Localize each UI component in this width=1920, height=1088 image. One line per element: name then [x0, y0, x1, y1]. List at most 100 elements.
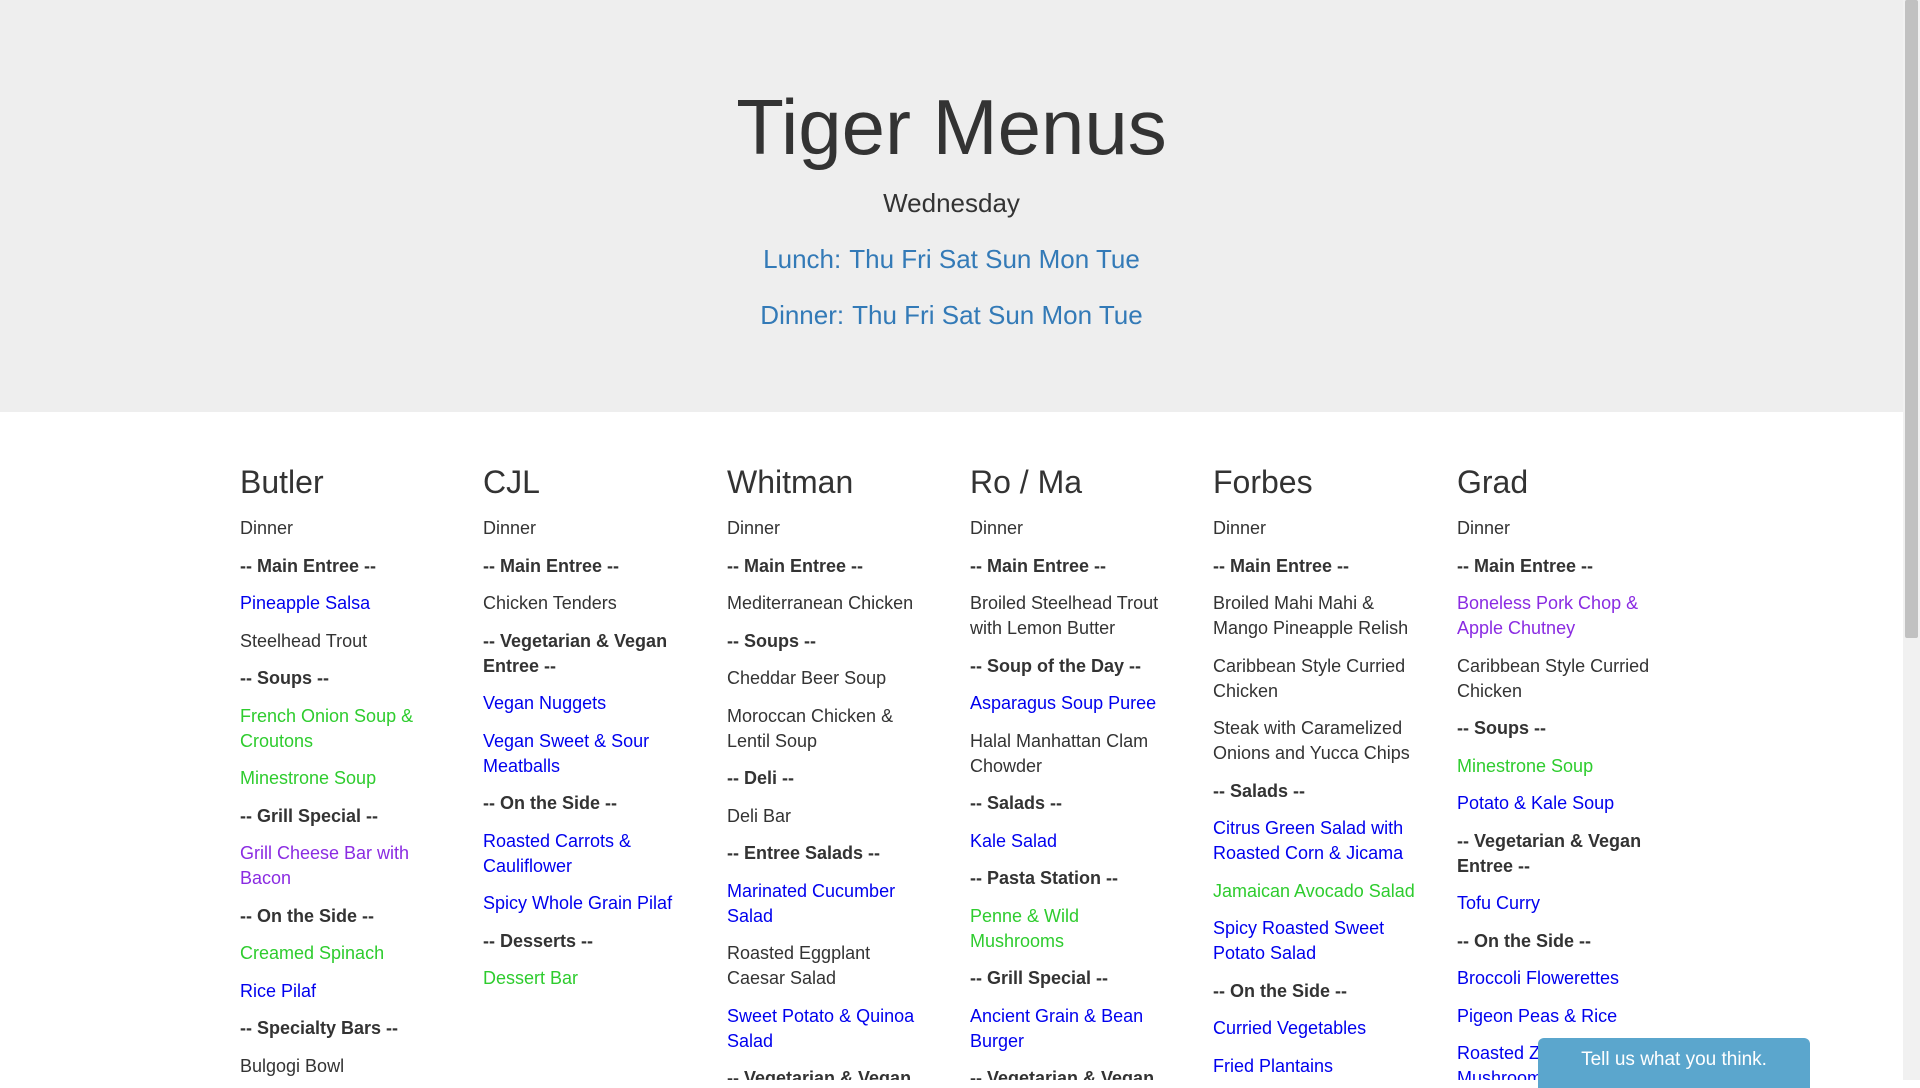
hero-banner: Tiger Menus Wednesday Lunch: Thu Fri Sat … [0, 0, 1903, 412]
menu-item: Moroccan Chicken & Lentil Soup [727, 705, 894, 751]
dining-hall-column-grad: Grad Dinner -- Main Entree -- Boneless Pork… [1457, 460, 1662, 1080]
menu-section-header: -- Main Entree -- [1457, 555, 1594, 576]
menu-item: Penne & Wild Mushrooms [970, 905, 1080, 951]
menu-item: Spicy Roasted Sweet Potato Salad [1213, 918, 1385, 963]
menu-item: Dessert Bar [483, 968, 579, 988]
menu-item: Minestrone Soup [1457, 755, 1594, 776]
dinner-label: Dinner: [760, 300, 845, 330]
dining-hall-column-ro-ma: Ro / Ma Dinner -- Main Entree -- Broiled St… [970, 460, 1175, 1080]
menu-item: Boneless Pork Chop & Apple Chutney [1457, 593, 1639, 638]
menu-item: Halal Manhattan Clam Chowder [970, 730, 1149, 776]
dining-hall-name: Butler [240, 464, 324, 500]
menu-item: Pineapple Salsa [240, 593, 371, 613]
menu-item: Steelhead Trout [240, 630, 368, 651]
menu-item: Pigeon Peas & Rice [1457, 1005, 1618, 1026]
menu-section-header: -- Main Entree -- [1213, 555, 1350, 576]
menu-section-header: -- Deli -- [727, 768, 794, 788]
menu-section-header: -- Vegetarian & Vegan [727, 1068, 912, 1080]
scrollbar-thumb[interactable] [1905, 0, 1918, 638]
menu-item: Curried Vegetables [1213, 1018, 1367, 1038]
meal-label: Dinner [240, 518, 294, 538]
menu-item: Broiled Mahi Mahi & Mango Pineapple Reli… [1213, 593, 1409, 638]
menu-item: Jamaican Avocado Salad [1213, 880, 1415, 901]
menu-section-header: -- Vegetarian & Vegan Entree -- [483, 630, 668, 676]
menu-section-header: -- Soup of the Day -- [970, 655, 1141, 676]
dinner-day-link-fri[interactable]: Fri [904, 300, 934, 330]
dinner-day-nav: Dinner: Thu Fri Sat Sun Mon Tue [0, 298, 1903, 332]
lunch-day-link-tue[interactable]: Tue [1096, 244, 1140, 274]
feedback-button[interactable]: Tell us what you think. [1538, 1038, 1810, 1088]
lunch-day-link-sun[interactable]: Sun [985, 244, 1031, 274]
dining-hall-name: Ro / Ma [970, 464, 1083, 500]
menu-item: Caribbean Style Curried Chicken [1457, 655, 1650, 701]
menu-item: Vegan Nuggets [483, 693, 607, 713]
menu-item: Bulgogi Bowl [240, 1055, 345, 1076]
menu-item: Rice Pilaf [240, 980, 317, 1001]
menu-item: Spicy Whole Grain Pilaf [483, 893, 673, 913]
menu-item: Kale Salad [970, 830, 1058, 851]
menu-item: Chicken Tenders [483, 593, 617, 613]
dining-hall-column-butler: Butler Dinner -- Main Entree -- Pineapple S… [240, 460, 445, 1079]
menu-section-header: -- On the Side -- [240, 905, 374, 926]
menu-item: Citrus Green Salad with Roasted Corn & J… [1213, 818, 1404, 863]
menu-item: Roasted Carrots & Cauliflower [483, 830, 632, 876]
menu-section-header: -- Salads -- [970, 793, 1063, 813]
menu-item: Cheddar Beer Soup [727, 668, 887, 688]
meal-label: Dinner [727, 518, 781, 538]
menu-item: Creamed Spinach [240, 943, 385, 963]
menu-section-header: -- Main Entree -- [240, 555, 377, 576]
menu-item: Potato & Kale Soup [1457, 793, 1615, 813]
menu-item: Roasted Eggplant Caesar Salad [727, 943, 871, 988]
menu-section-header: -- Grill Special -- [970, 968, 1109, 988]
menu-item: French Onion Soup & Croutons [240, 705, 414, 751]
menu-section-header: -- On the Side -- [483, 793, 617, 813]
menu-section-header: -- Specialty Bars -- [240, 1018, 399, 1038]
dinner-day-link-mon[interactable]: Mon [1042, 300, 1093, 330]
menu-item: Asparagus Soup Puree [970, 693, 1157, 713]
dining-hall-name: Whitman [727, 464, 854, 500]
menu-item: Sweet Potato & Quinoa Salad [727, 1005, 915, 1051]
dinner-day-link-sat[interactable]: Sat [942, 300, 981, 330]
dinner-day-link-tue[interactable]: Tue [1099, 300, 1143, 330]
dining-hall-name: CJL [483, 464, 540, 500]
menu-item: Ancient Grain & Bean Burger [970, 1005, 1144, 1051]
menu-section-header: -- Entree Salads -- [727, 843, 881, 863]
current-day: Wednesday [883, 188, 1020, 218]
menu-item: Marinated Cucumber Salad [727, 880, 896, 926]
menu-item: Minestrone Soup [240, 768, 377, 788]
menu-item: Deli Bar [727, 805, 792, 826]
dining-hall-columns: Butler Dinner -- Main Entree -- Pineapple S… [240, 460, 1700, 1080]
menu-item: Mediterranean Chicken [727, 593, 914, 613]
meal-label: Dinner [970, 518, 1024, 538]
lunch-day-link-sat[interactable]: Sat [939, 244, 978, 274]
dining-hall-name: Forbes [1213, 464, 1313, 500]
menu-item: Caribbean Style Curried Chicken [1213, 655, 1406, 701]
menu-section-header: -- Vegetarian & Vegan Entree -- [970, 1068, 1155, 1080]
lunch-day-nav: Lunch: Thu Fri Sat Sun Mon Tue [0, 242, 1903, 276]
page-title: Tiger Menus [736, 83, 1167, 171]
menu-section-header: -- On the Side -- [1457, 930, 1591, 951]
lunch-day-link-fri[interactable]: Fri [901, 244, 931, 274]
lunch-label: Lunch: [763, 244, 842, 274]
menu-section-header: -- Soups -- [240, 668, 329, 688]
menu-section-header: -- Grill Special -- [240, 805, 379, 826]
page-scrollbar[interactable] [1903, 0, 1920, 1080]
menu-item: Vegan Sweet & Sour Meatballs [483, 730, 650, 776]
menu-section-header: -- Main Entree -- [970, 555, 1107, 576]
dining-hall-column-forbes: Forbes Dinner -- Main Entree -- Broiled Mah… [1213, 460, 1418, 1079]
menu-section-header: -- Pasta Station -- [970, 868, 1119, 888]
meal-label: Dinner [1457, 518, 1511, 538]
menu-item: Tofu Curry [1457, 893, 1541, 913]
lunch-day-link-thu[interactable]: Thu [849, 244, 894, 274]
dinner-day-link-sun[interactable]: Sun [988, 300, 1034, 330]
menu-section-header: -- On the Side -- [1213, 980, 1347, 1001]
dining-hall-column-whitman: Whitman Dinner -- Main Entree -- Mediterran… [727, 460, 932, 1080]
menu-section-header: -- Main Entree -- [483, 555, 620, 576]
meal-label: Dinner [483, 518, 537, 538]
menu-section-header: -- Salads -- [1213, 780, 1306, 801]
dining-hall-name: Grad [1457, 464, 1529, 500]
dinner-day-link-thu[interactable]: Thu [852, 300, 897, 330]
lunch-day-link-mon[interactable]: Mon [1039, 244, 1090, 274]
menu-item: Steak with Caramelized Onions and Yucca … [1213, 718, 1410, 763]
dining-hall-column-cjl: CJL Dinner -- Main Entree -- Chicken Tender… [483, 460, 688, 991]
